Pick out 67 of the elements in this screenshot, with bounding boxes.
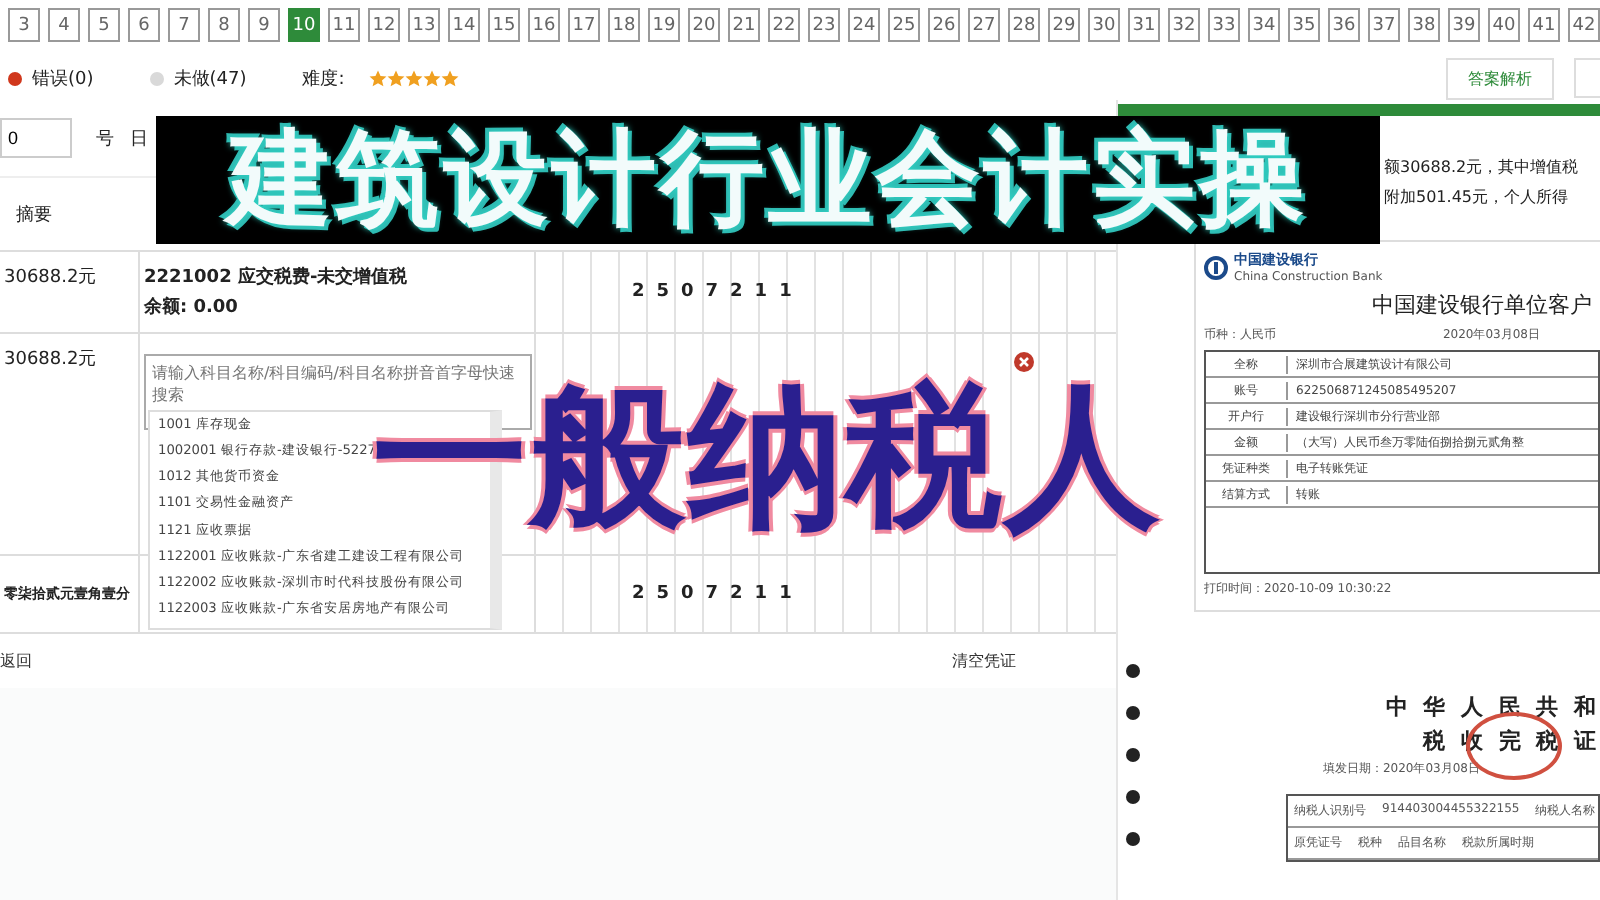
status-label: 错误(0): [32, 67, 94, 91]
page-button[interactable]: 5: [88, 8, 120, 42]
page-button[interactable]: 22: [768, 8, 800, 42]
page-button[interactable]: 27: [968, 8, 1000, 42]
page-button[interactable]: 15: [488, 8, 520, 42]
page-button[interactable]: 24: [848, 8, 880, 42]
page-button[interactable]: 8: [208, 8, 240, 42]
page-button[interactable]: 11: [328, 8, 360, 42]
back-link[interactable]: 返回: [0, 650, 32, 672]
voucher-number-field[interactable]: 0: [0, 118, 72, 158]
page-button[interactable]: 26: [928, 8, 960, 42]
page-button[interactable]: 7: [168, 8, 200, 42]
page-button[interactable]: 13: [408, 8, 440, 42]
punch-hole: [1126, 748, 1140, 762]
receipt-title: 中国建设银行单位客户: [1372, 290, 1592, 320]
page-button[interactable]: 30: [1088, 8, 1120, 42]
page-button[interactable]: 25: [888, 8, 920, 42]
page-button[interactable]: 12: [368, 8, 400, 42]
page-button[interactable]: 14: [448, 8, 480, 42]
page-button[interactable]: 20: [688, 8, 720, 42]
page-button[interactable]: 28: [1008, 8, 1040, 42]
balance-text: 余额: 0.00: [144, 294, 238, 320]
summary-cell-text: 30688.2元: [4, 266, 97, 290]
page-button[interactable]: 29: [1048, 8, 1080, 42]
status-label: 未做(47): [173, 67, 247, 91]
page-button[interactable]: 41: [1528, 8, 1560, 42]
clear-voucher-link[interactable]: 清空凭证: [952, 650, 1016, 672]
page-button[interactable]: 38: [1408, 8, 1440, 42]
page-button[interactable]: 17: [568, 8, 600, 42]
page-button[interactable]: 42: [1568, 8, 1600, 42]
punch-hole: [1126, 790, 1140, 804]
page-button[interactable]: 31: [1128, 8, 1160, 42]
difficulty-label: 难度:: [302, 67, 345, 91]
close-icon[interactable]: [1014, 352, 1034, 372]
summary-cell-text: 30688.2元: [4, 348, 97, 372]
column-header: 摘要: [16, 203, 52, 227]
page-button[interactable]: 40: [1488, 8, 1520, 42]
date-label: 日: [130, 127, 148, 151]
number-label: 号: [96, 127, 114, 151]
page-button[interactable]: 3: [8, 8, 40, 42]
note-text: 额30688.2元，其中增值税: [1384, 156, 1581, 178]
page-button[interactable]: 39: [1448, 8, 1480, 42]
page-button[interactable]: 34: [1248, 8, 1280, 42]
amount-digits: 2507211: [632, 282, 804, 302]
note-text: 附加501.45元，个人所得: [1384, 186, 1570, 208]
punch-hole: [1126, 664, 1140, 678]
punch-hole: [1126, 706, 1140, 720]
page-button[interactable]: 18: [608, 8, 640, 42]
page-button[interactable]: 19: [648, 8, 680, 42]
page-button[interactable]: 16: [528, 8, 560, 42]
page-button[interactable]: 35: [1288, 8, 1320, 42]
account-cell: 2221002 应交税费-未交增值税: [144, 264, 408, 290]
page-button[interactable]: 6: [128, 8, 160, 42]
page-button[interactable]: 37: [1368, 8, 1400, 42]
page-button[interactable]: 32: [1168, 8, 1200, 42]
total-amount-digits: 2507211: [632, 584, 804, 604]
page-button[interactable]: 33: [1208, 8, 1240, 42]
answer-button[interactable]: 答案解析: [1446, 57, 1554, 99]
page-button[interactable]: 23: [808, 8, 840, 42]
page-button[interactable]: 21: [728, 8, 760, 42]
punch-hole: [1126, 832, 1140, 846]
page-button[interactable]: 9: [248, 8, 280, 42]
page-button[interactable]: 4: [48, 8, 80, 42]
overlay-title: 建筑设计行业会计实操: [156, 116, 1380, 244]
page-button[interactable]: 10: [288, 8, 320, 42]
bank-logo-icon: [1204, 255, 1228, 279]
page-button[interactable]: 36: [1328, 8, 1360, 42]
